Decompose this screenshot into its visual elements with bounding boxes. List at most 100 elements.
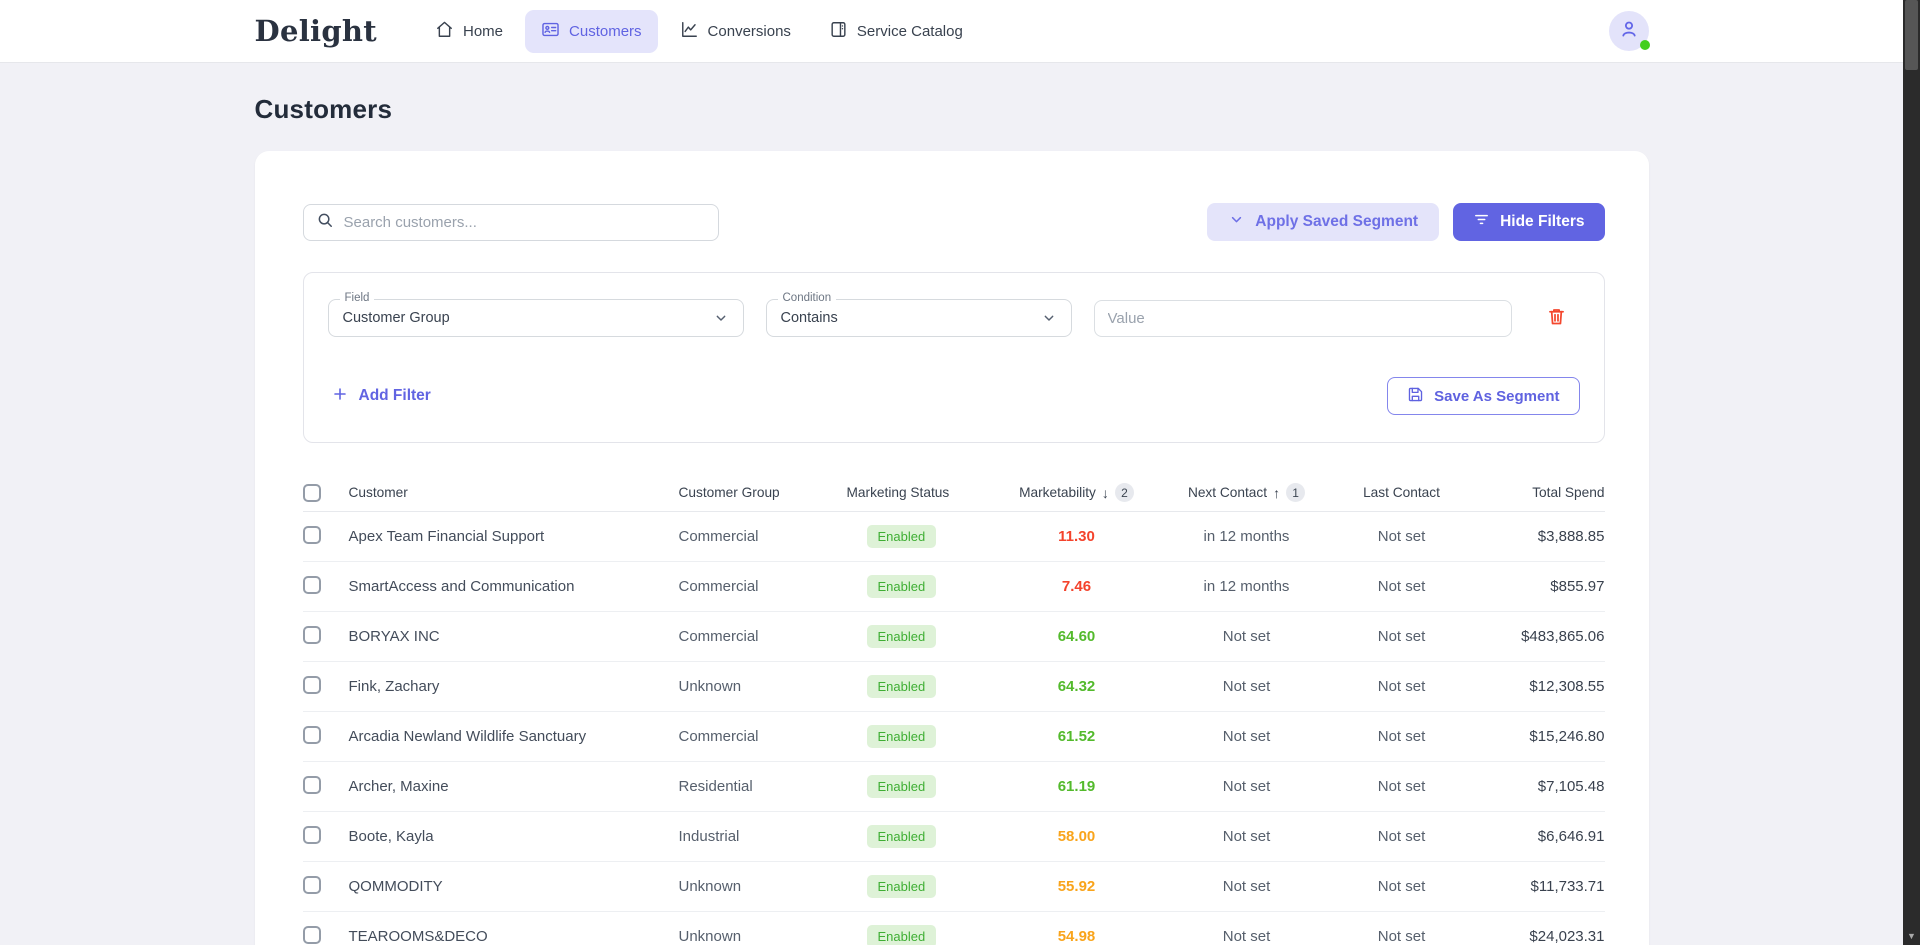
customer-group: Commercial	[679, 728, 847, 745]
customer-name: Apex Team Financial Support	[349, 528, 679, 545]
row-checkbox[interactable]	[303, 876, 321, 894]
column-header-marketability[interactable]: Marketability ↓ 2	[997, 483, 1157, 502]
customer-name: Boote, Kayla	[349, 828, 679, 845]
nav-item-conversions[interactable]: Conversions	[664, 10, 807, 53]
table-row: Boote, Kayla Industrial Enabled 58.00 No…	[303, 812, 1605, 862]
apply-saved-segment-label: Apply Saved Segment	[1255, 213, 1418, 231]
scrollbar-thumb[interactable]	[1905, 0, 1918, 70]
table-row: QOMMODITY Unknown Enabled 55.92 Not set …	[303, 862, 1605, 912]
last-contact-value: Not set	[1337, 928, 1467, 945]
marketing-status-badge: Enabled	[867, 875, 937, 898]
person-icon	[1618, 18, 1640, 45]
app-root: Delight Home Customers	[0, 0, 1903, 945]
sort-order-badge: 2	[1115, 483, 1134, 502]
row-checkbox[interactable]	[303, 826, 321, 844]
customer-name: SmartAccess and Communication	[349, 578, 679, 595]
row-checkbox[interactable]	[303, 776, 321, 794]
column-header-customer[interactable]: Customer	[349, 485, 679, 500]
customers-card: Apply Saved Segment Hide Filters Field	[255, 151, 1649, 945]
last-contact-value: Not set	[1337, 528, 1467, 545]
column-header-total-spend[interactable]: Total Spend	[1467, 485, 1605, 500]
main-nav: Home Customers Conversions	[419, 10, 979, 53]
customer-name: BORYAX INC	[349, 628, 679, 645]
filter-field-select[interactable]: Field Customer Group	[328, 299, 744, 337]
last-contact-value: Not set	[1337, 828, 1467, 845]
filter-field-label: Field	[340, 292, 375, 304]
marketing-status-badge: Enabled	[867, 725, 937, 748]
customers-table: Customer Customer Group Marketing Status…	[303, 474, 1605, 945]
column-header-customer-group[interactable]: Customer Group	[679, 485, 847, 500]
chevron-down-icon	[1041, 310, 1057, 326]
delete-filter-button[interactable]	[1546, 306, 1567, 330]
customer-group: Unknown	[679, 928, 847, 945]
hide-filters-button[interactable]: Hide Filters	[1453, 203, 1604, 241]
customer-group: Residential	[679, 778, 847, 795]
total-spend-value: $15,246.80	[1467, 728, 1605, 745]
page-scrollbar: ▼	[1903, 0, 1920, 945]
filter-condition-select[interactable]: Condition Contains	[766, 299, 1072, 337]
table-row: BORYAX INC Commercial Enabled 64.60 Not …	[303, 612, 1605, 662]
page-title: Customers	[255, 94, 1649, 125]
save-as-segment-button[interactable]: Save As Segment	[1387, 377, 1579, 415]
row-checkbox[interactable]	[303, 576, 321, 594]
app-logo[interactable]: Delight	[255, 14, 378, 48]
home-icon	[435, 20, 454, 43]
total-spend-value: $7,105.48	[1467, 778, 1605, 795]
apply-saved-segment-button[interactable]: Apply Saved Segment	[1207, 203, 1439, 241]
total-spend-value: $3,888.85	[1467, 528, 1605, 545]
table-body: Apex Team Financial Support Commercial E…	[303, 512, 1605, 945]
filter-field-value: Customer Group	[343, 310, 450, 326]
table-header-row: Customer Customer Group Marketing Status…	[303, 474, 1605, 512]
last-contact-value: Not set	[1337, 678, 1467, 695]
add-filter-button[interactable]: Add Filter	[328, 386, 435, 407]
table-row: Archer, Maxine Residential Enabled 61.19…	[303, 762, 1605, 812]
marketability-value: 64.60	[997, 628, 1157, 645]
row-checkbox[interactable]	[303, 726, 321, 744]
row-checkbox[interactable]	[303, 676, 321, 694]
next-contact-value: Not set	[1157, 928, 1337, 945]
hide-filters-label: Hide Filters	[1500, 213, 1584, 231]
row-checkbox[interactable]	[303, 926, 321, 944]
save-icon	[1407, 386, 1424, 407]
next-contact-value: Not set	[1157, 628, 1337, 645]
row-checkbox[interactable]	[303, 626, 321, 644]
select-all-checkbox[interactable]	[303, 484, 321, 502]
marketability-value: 54.98	[997, 928, 1157, 945]
marketing-status-badge: Enabled	[867, 775, 937, 798]
table-row: Arcadia Newland Wildlife Sanctuary Comme…	[303, 712, 1605, 762]
last-contact-value: Not set	[1337, 778, 1467, 795]
marketability-value: 61.19	[997, 778, 1157, 795]
column-header-next-contact[interactable]: Next Contact ↑ 1	[1157, 483, 1337, 502]
search-icon	[316, 211, 334, 234]
marketing-status-badge: Enabled	[867, 625, 937, 648]
column-header-marketing-status[interactable]: Marketing Status	[847, 485, 997, 500]
column-header-last-contact[interactable]: Last Contact	[1337, 485, 1467, 500]
search-box	[303, 204, 719, 241]
filter-condition-value: Contains	[781, 310, 838, 326]
filter-condition-label: Condition	[778, 292, 837, 304]
total-spend-value: $12,308.55	[1467, 678, 1605, 695]
next-contact-value: in 12 months	[1157, 578, 1337, 595]
search-input[interactable]	[344, 214, 706, 231]
nav-item-home[interactable]: Home	[419, 10, 519, 53]
marketing-status-badge: Enabled	[867, 925, 937, 945]
total-spend-value: $11,733.71	[1467, 878, 1605, 895]
nav-item-customers[interactable]: Customers	[525, 10, 658, 53]
scrollbar-down-arrow[interactable]: ▼	[1903, 928, 1920, 943]
nav-item-service-catalog[interactable]: Service Catalog	[813, 10, 979, 53]
customer-name: Arcadia Newland Wildlife Sanctuary	[349, 728, 679, 745]
last-contact-value: Not set	[1337, 728, 1467, 745]
total-spend-value: $24,023.31	[1467, 928, 1605, 945]
row-checkbox[interactable]	[303, 526, 321, 544]
user-avatar[interactable]	[1609, 11, 1649, 51]
add-filter-label: Add Filter	[359, 387, 431, 405]
customer-name: Fink, Zachary	[349, 678, 679, 695]
customer-group: Commercial	[679, 578, 847, 595]
conversions-icon	[680, 20, 699, 43]
customer-group: Industrial	[679, 828, 847, 845]
customer-name: Archer, Maxine	[349, 778, 679, 795]
filter-value-input[interactable]	[1094, 300, 1512, 337]
customers-icon	[541, 20, 560, 43]
marketability-value: 64.32	[997, 678, 1157, 695]
nav-item-label: Customers	[569, 23, 642, 40]
